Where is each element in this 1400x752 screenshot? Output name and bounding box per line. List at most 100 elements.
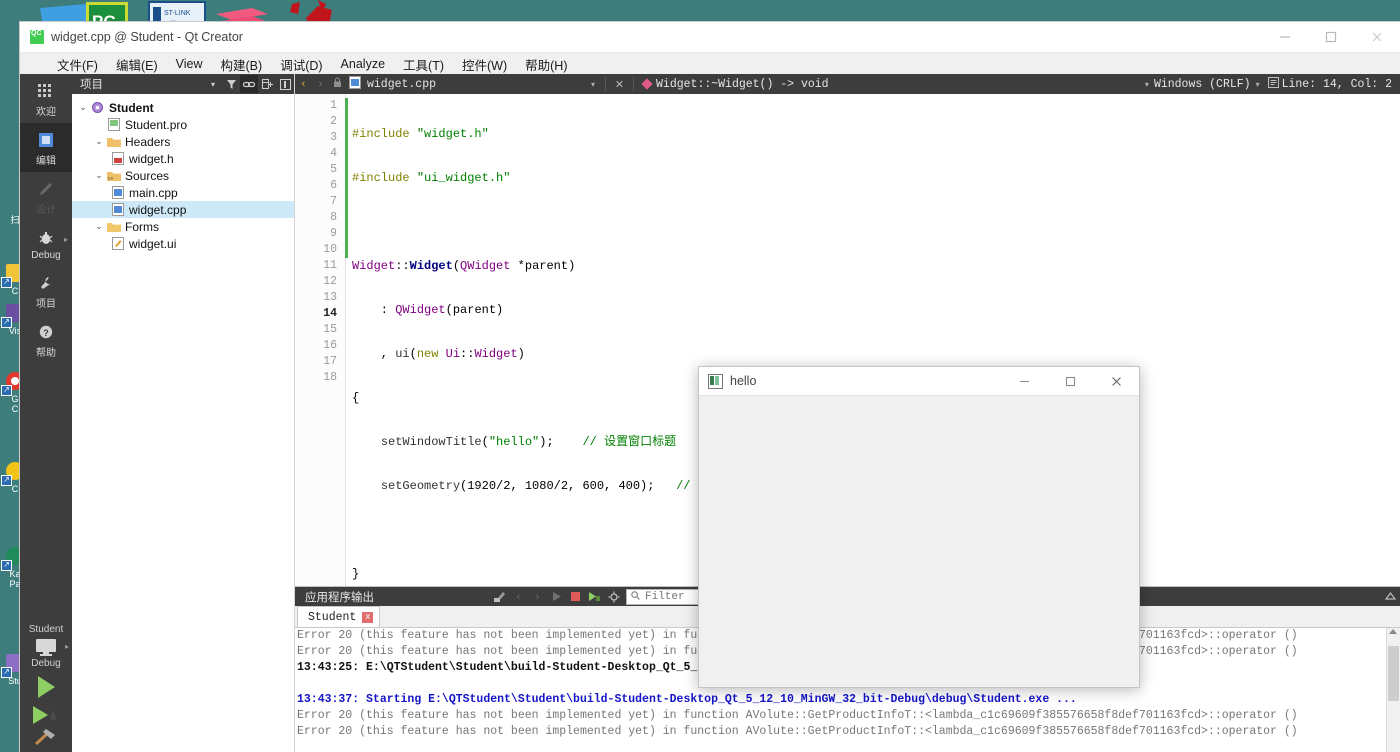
close-file-icon[interactable]: ✕ [611,78,628,91]
mode-label: 设计 [36,205,56,216]
chevron-down-icon[interactable]: ⌄ [92,136,106,147]
line-number: 1 [330,99,337,112]
text-encoding-icon[interactable] [1265,77,1282,91]
menu-view[interactable]: View [167,55,212,73]
current-file-name[interactable]: widget.cpp [367,78,436,91]
attach-debugger-icon[interactable] [585,587,604,606]
settings-gear-icon[interactable] [604,587,623,606]
line-number: 17 [323,355,337,368]
build-button[interactable] [20,726,72,752]
svg-text:c+: c+ [108,176,114,182]
close-tab-icon[interactable]: x [362,611,374,623]
menu-tools[interactable]: 工具(T) [394,53,453,76]
ui-file-icon [110,237,125,250]
maximize-button[interactable] [1308,22,1354,52]
menu-build[interactable]: 构建(B) [212,53,272,76]
shortcut-badge-icon: ↗ [1,667,12,678]
tree-item-sources-folder[interactable]: ⌄ c+ Sources [72,167,294,184]
tree-item-label: Headers [125,134,171,149]
shortcut-badge-icon: ↗ [1,475,12,486]
line-number: 13 [323,291,337,304]
navigate-back-icon[interactable]: ‹ [295,78,312,90]
menu-edit[interactable]: 编辑(E) [107,53,167,76]
expand-all-icon[interactable] [258,75,276,93]
chevron-down-icon[interactable]: ⌄ [92,170,106,181]
chevron-down-icon[interactable]: ⌄ [76,102,90,113]
scroll-up-arrow-icon[interactable] [1389,629,1397,634]
close-panel-icon[interactable] [276,75,294,93]
debug-button[interactable] [20,702,72,726]
line-ending-selector[interactable]: Windows (CRLF) [1154,78,1251,91]
menu-file[interactable]: 文件(F) [48,53,107,76]
symbol-kind-icon [641,78,653,90]
hello-minimize-button[interactable] [1001,367,1047,395]
chevron-down-icon[interactable]: ⌄ [92,221,106,232]
run-configuration-selector[interactable]: Student ▸ Debug [20,624,72,672]
code-line: #include "ui_widget.h" [352,171,511,185]
symbol-dropdown-icon[interactable]: ▾ [1140,80,1154,89]
filter-icon[interactable] [222,75,240,93]
prev-item-icon[interactable]: ‹ [509,587,528,606]
link-with-editor-icon[interactable] [240,75,258,93]
tree-item-main-cpp[interactable]: main.cpp [72,184,294,201]
mode-label: 项目 [36,299,56,310]
line-number: 10 [323,243,337,256]
tree-item-headers-folder[interactable]: ⌄ Headers [72,133,294,150]
mode-projects[interactable]: 项目 [20,266,72,315]
edit-icon [20,130,72,150]
hello-application-window[interactable]: hello [698,366,1140,688]
output-scrollbar[interactable] [1386,628,1400,752]
output-line: 13:43:37: Starting E:\QTStudent\Student\… [297,693,1077,706]
menu-window[interactable]: 控件(W) [453,53,516,76]
menu-analyze[interactable]: Analyze [332,55,394,73]
line-number: 12 [323,275,337,288]
current-symbol[interactable]: Widget::~Widget() -> void [656,78,829,91]
next-item-icon[interactable]: › [528,587,547,606]
output-tab-student[interactable]: Student x [297,606,381,627]
mode-selector-bar: 欢迎 编辑 设计 ▸ Debug 项目 ? 帮助 Student ▸ Debug [20,74,72,752]
mode-edit[interactable]: 编辑 [20,123,72,172]
mode-label: 编辑 [36,156,56,167]
mode-design[interactable]: 设计 [20,172,72,221]
stop-icon[interactable] [566,587,585,606]
mode-welcome[interactable]: 欢迎 [20,74,72,123]
tree-item-widget-h[interactable]: widget.h [72,150,294,167]
minimize-button[interactable] [1262,22,1308,52]
mode-debug[interactable]: ▸ Debug [20,221,72,266]
hello-close-button[interactable] [1093,367,1139,395]
tree-item-widget-ui[interactable]: widget.ui [72,235,294,252]
filter-dropdown-icon[interactable]: ▾ [204,75,222,93]
close-button[interactable] [1354,22,1400,52]
shortcut-badge-icon: ↗ [1,560,12,571]
question-icon: ? [20,322,72,342]
menu-bar: 文件(F) 编辑(E) View 构建(B) 调试(D) Analyze 工具(… [20,53,1400,75]
mode-expand-arrow-icon[interactable]: ▸ [64,235,68,244]
mode-help[interactable]: ? 帮助 [20,315,72,364]
h-file-icon [110,152,125,165]
file-dropdown-icon[interactable]: ▾ [586,80,600,89]
line-number: 3 [330,131,337,144]
hello-window-controls [1001,367,1139,395]
tree-item-forms-folder[interactable]: ⌄ Forms [72,218,294,235]
tree-item-widget-cpp[interactable]: widget.cpp [72,201,294,218]
tree-item-student-pro[interactable]: Student.pro [72,116,294,133]
tree-item-student-project[interactable]: ⌄ Student [72,99,294,116]
tree-item-label: Sources [125,168,170,183]
search-icon [627,591,643,602]
navigate-forward-icon[interactable]: › [312,78,329,90]
run-icon[interactable] [547,587,566,606]
tree-item-label: widget.cpp [129,202,187,217]
maximize-output-pane-icon[interactable] [1381,587,1400,606]
menu-debug[interactable]: 调试(D) [271,53,331,76]
lock-icon[interactable] [329,77,346,91]
line-ending-dropdown-icon[interactable]: ▾ [1251,80,1265,89]
clear-output-icon[interactable] [490,587,509,606]
window-titlebar: widget.cpp @ Student - Qt Creator [20,22,1400,53]
headers-folder-icon [106,135,121,148]
kit-expand-arrow-icon[interactable]: ▸ [65,642,69,651]
run-button[interactable] [37,676,55,698]
hello-maximize-button[interactable] [1047,367,1093,395]
menu-help[interactable]: 帮助(H) [516,53,576,76]
scrollbar-thumb[interactable] [1388,646,1399,701]
